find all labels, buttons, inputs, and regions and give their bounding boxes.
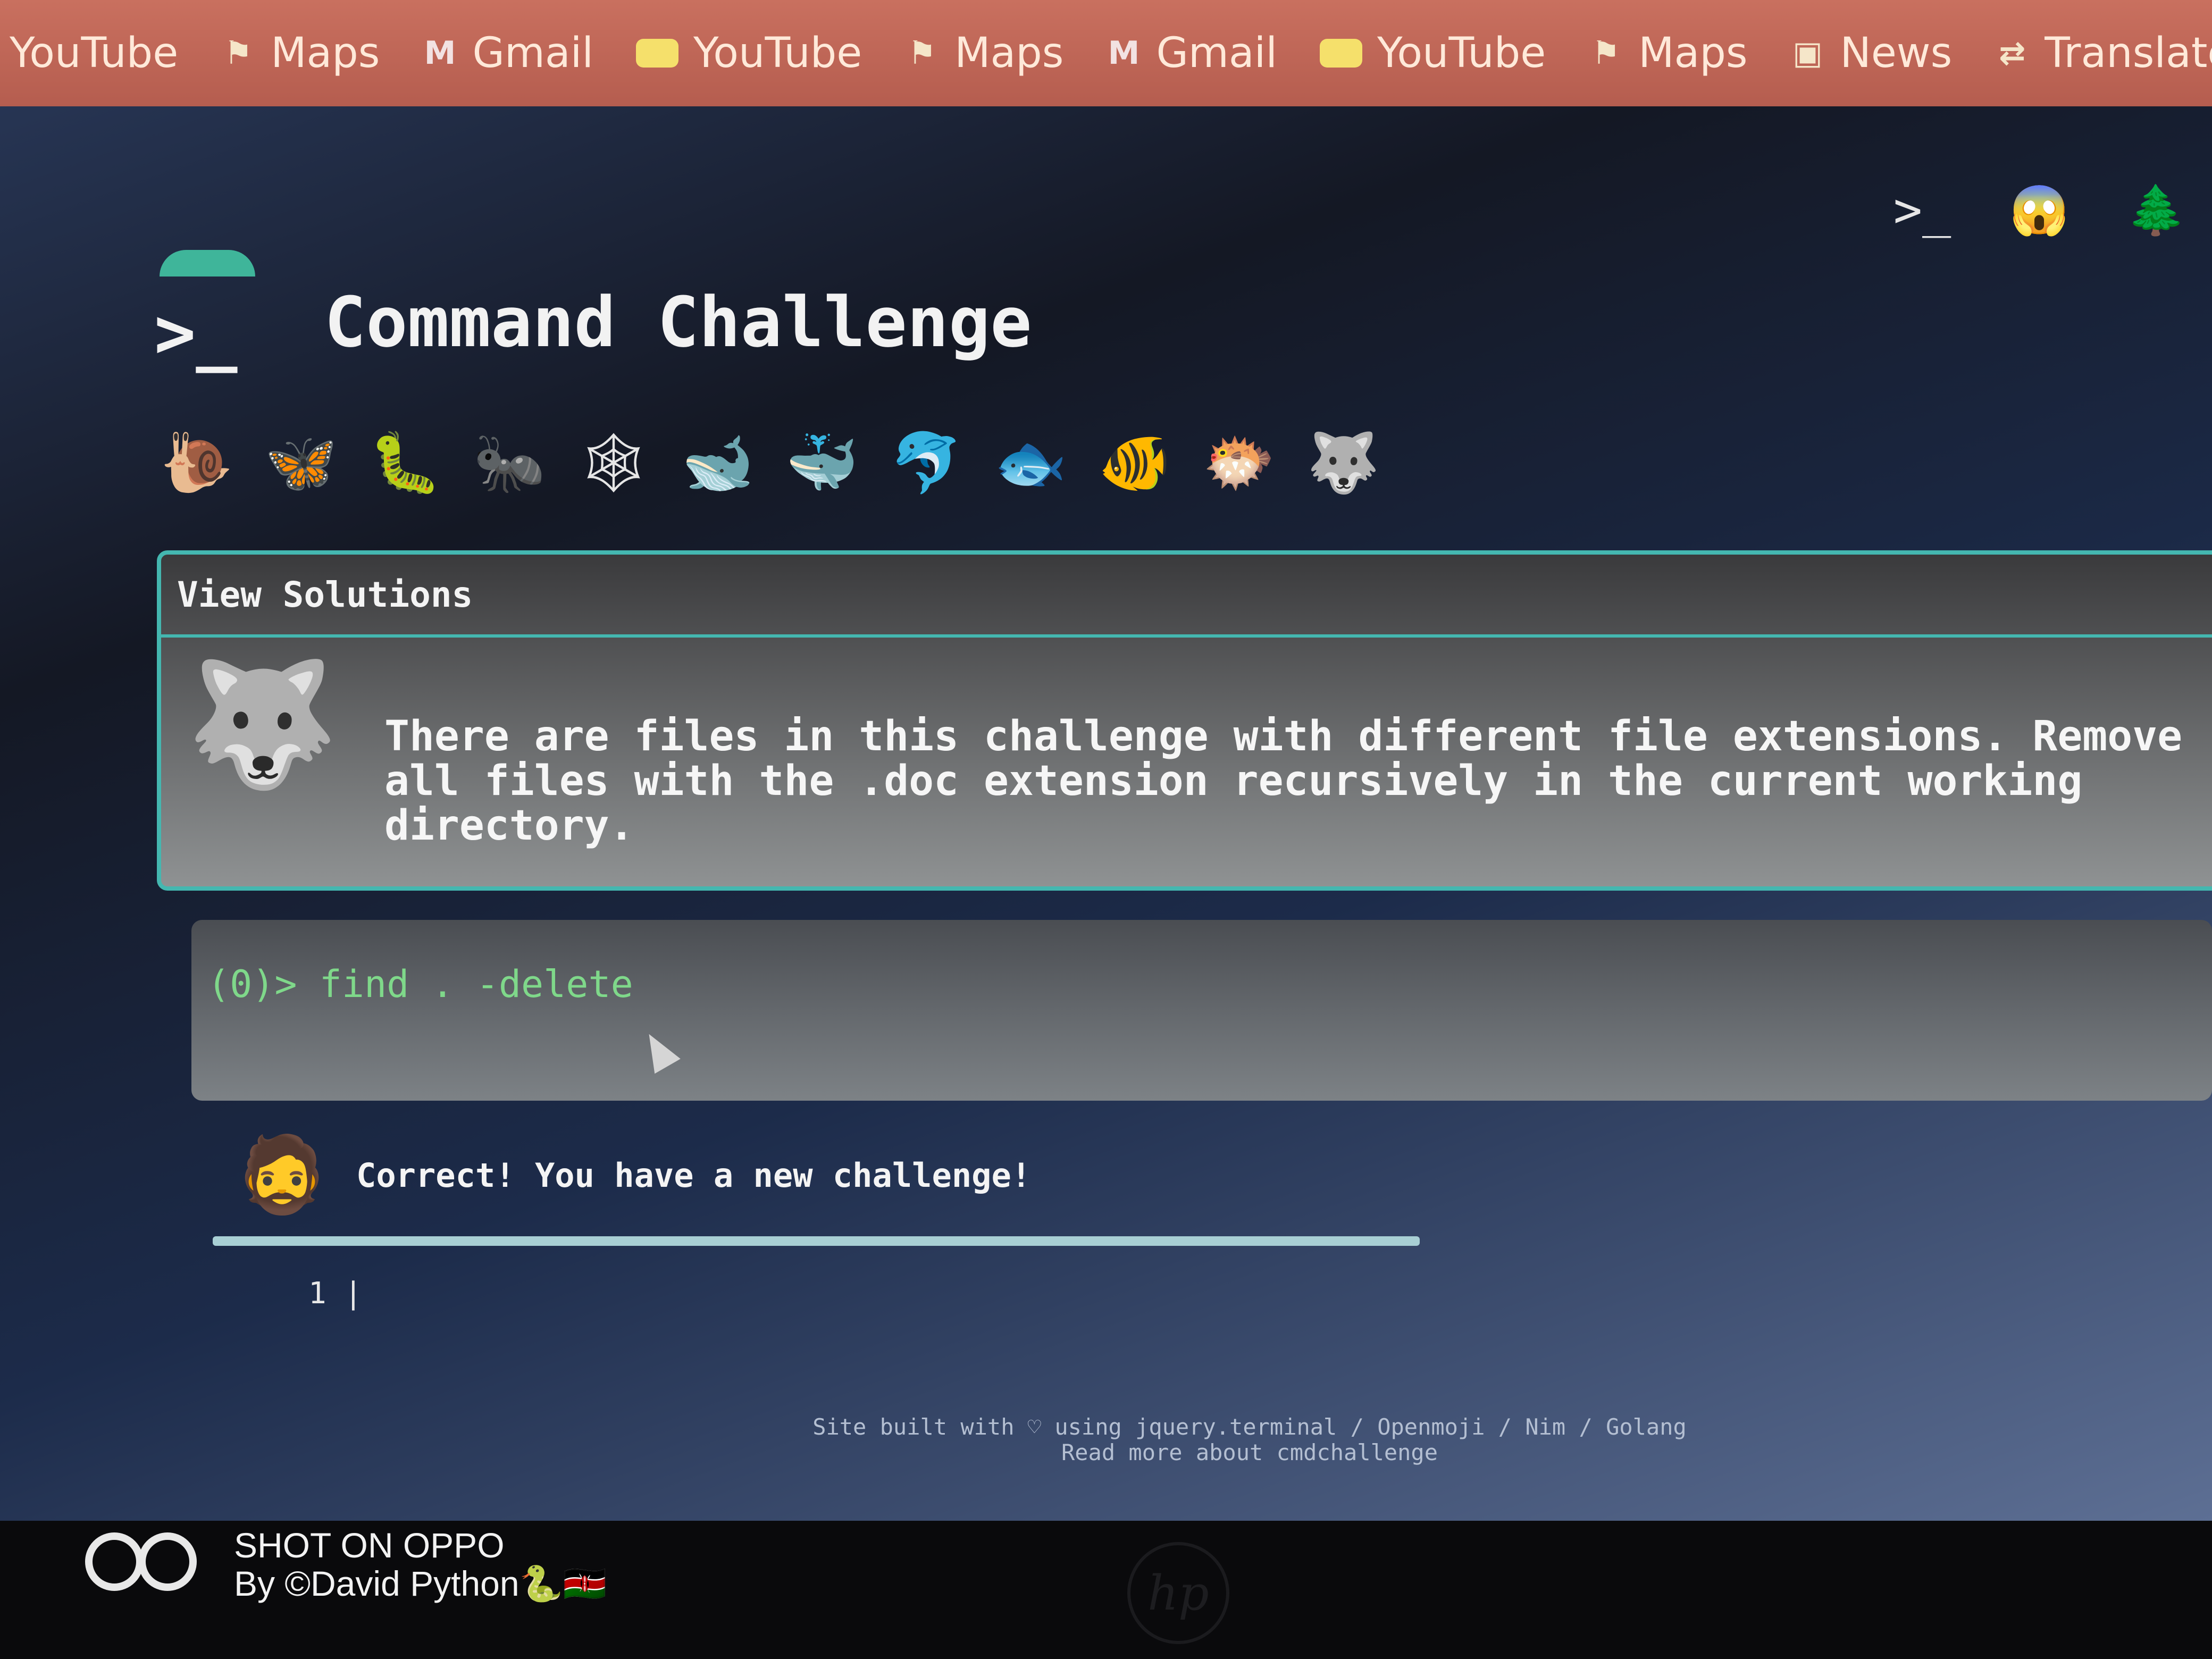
page-title: Command Challenge bbox=[324, 282, 1032, 363]
bookmark-label: Maps bbox=[271, 29, 380, 77]
view-solutions-button[interactable]: View Solutions bbox=[161, 555, 2212, 638]
bookmark-label: Gmail bbox=[1156, 29, 1278, 77]
bookmark-label: News bbox=[1840, 29, 1953, 77]
maps-icon: ⚑ bbox=[908, 35, 937, 72]
gmail-icon: M bbox=[1108, 35, 1140, 72]
bookmark-label: YouTube bbox=[1377, 29, 1546, 77]
tropical-fish-icon[interactable]: 🐠 bbox=[1097, 425, 1172, 500]
terminal-icon[interactable]: >_ bbox=[1888, 175, 1957, 245]
terminal-input-area[interactable]: (0)> find . -delete bbox=[191, 920, 2212, 1101]
caterpillar-icon[interactable]: 🐛 bbox=[368, 425, 442, 500]
bookmark-gmail[interactable]: M Gmail bbox=[1106, 29, 1277, 77]
bearded-man-avatar-icon: 🧔 bbox=[235, 1132, 329, 1218]
terminal-command-line[interactable]: (0)> find . -delete bbox=[207, 962, 633, 1006]
challenge-panel: View Solutions 🐺 There are files in this… bbox=[157, 550, 2212, 891]
bookmark-label: YouTube bbox=[693, 29, 862, 77]
watermark-text: SHOT ON OPPO By ©David Python🐍🇰🇪 bbox=[234, 1526, 607, 1603]
top-right-icons: >_ 😱 🌲 bbox=[1888, 175, 2212, 245]
bookmark-maps[interactable]: ⚑ Maps bbox=[1588, 29, 1747, 77]
maps-icon: ⚑ bbox=[1591, 35, 1621, 72]
bookmarks-bar: YouTube ⚑ Maps M Gmail YouTube ⚑ Maps M … bbox=[0, 0, 2212, 106]
umbrella-icon bbox=[160, 250, 255, 276]
response-message: 🧔 Correct! You have a new challenge! bbox=[235, 1127, 1032, 1223]
blowfish-icon[interactable]: 🐡 bbox=[1202, 425, 1276, 500]
footer-credits: Site built with ♡ using jquery.terminal … bbox=[812, 1414, 1687, 1440]
maps-icon: ⚑ bbox=[224, 35, 253, 72]
wolf-avatar-icon: 🐺 bbox=[186, 653, 339, 795]
bookmark-youtube[interactable]: YouTube bbox=[636, 29, 862, 77]
bookmark-youtube[interactable]: YouTube bbox=[10, 29, 178, 77]
text-cursor: | bbox=[344, 1276, 363, 1311]
terminal-prompt-icon: >_ bbox=[154, 292, 238, 373]
camera-watermark: SHOT ON OPPO By ©David Python🐍🇰🇪 bbox=[85, 1526, 607, 1603]
youtube-icon bbox=[1320, 39, 1363, 68]
dolphin-icon[interactable]: 🐬 bbox=[889, 425, 963, 500]
butterfly-icon[interactable]: 🦋 bbox=[264, 425, 338, 500]
tree-icon[interactable]: 🌲 bbox=[2122, 175, 2191, 245]
gmail-icon: M bbox=[424, 35, 456, 72]
read-more-link[interactable]: Read more about cmdchallenge bbox=[798, 1440, 1702, 1465]
youtube-icon bbox=[636, 39, 679, 68]
bookmark-gmail[interactable]: M Gmail bbox=[422, 29, 593, 77]
snail-icon[interactable]: 🐌 bbox=[160, 425, 234, 500]
challenge-progress-creatures: 🐌 🦋 🐛 🐜 🕸 🐋 🐳 🐬 🐟 🐠 🐡 🐺 bbox=[160, 425, 1380, 500]
bookmark-label: Gmail bbox=[472, 29, 594, 77]
bookmark-translate[interactable]: ⇄ Translate bbox=[1995, 29, 2212, 77]
whale-icon[interactable]: 🐋 bbox=[681, 425, 755, 500]
divider bbox=[213, 1236, 1420, 1246]
bookmark-maps[interactable]: ⚑ Maps bbox=[221, 29, 380, 77]
watermark-line1: SHOT ON OPPO bbox=[234, 1526, 505, 1565]
wolf-icon[interactable]: 🐺 bbox=[1306, 425, 1380, 500]
scream-face-icon[interactable]: 😱 bbox=[2005, 175, 2074, 245]
hp-logo-icon: hp bbox=[1127, 1542, 1229, 1644]
ant-icon[interactable]: 🐜 bbox=[472, 425, 547, 500]
bookmark-label: Maps bbox=[954, 29, 1064, 77]
bookmark-label: Translate bbox=[2045, 29, 2212, 77]
fish-icon[interactable]: 🐟 bbox=[993, 425, 1068, 500]
news-icon: ▣ bbox=[1792, 35, 1823, 72]
bookmark-youtube[interactable]: YouTube bbox=[1320, 29, 1546, 77]
mouse-pointer-icon bbox=[636, 1026, 681, 1074]
site-logo[interactable]: >_ bbox=[154, 250, 255, 373]
editor-line[interactable]: 1 | bbox=[308, 1276, 362, 1311]
response-text: Correct! You have a new challenge! bbox=[356, 1155, 1032, 1195]
spouting-whale-icon[interactable]: 🐳 bbox=[785, 425, 859, 500]
challenge-description: There are files in this challenge with d… bbox=[384, 713, 2183, 850]
bookmark-news[interactable]: ▣ News bbox=[1790, 29, 1952, 77]
browser-screen: YouTube ⚑ Maps M Gmail YouTube ⚑ Maps M … bbox=[0, 0, 2212, 1521]
site-footer: Site built with ♡ using jquery.terminal … bbox=[798, 1414, 1702, 1465]
oppo-logo-icon bbox=[85, 1532, 207, 1596]
translate-icon: ⇄ bbox=[1999, 35, 2026, 72]
watermark-line2: By ©David Python🐍🇰🇪 bbox=[234, 1564, 607, 1603]
bookmark-label: YouTube bbox=[10, 29, 179, 77]
bookmark-maps[interactable]: ⚑ Maps bbox=[904, 29, 1063, 77]
bookmark-label: Maps bbox=[1638, 29, 1748, 77]
spider-web-icon[interactable]: 🕸 bbox=[576, 425, 651, 500]
line-number: 1 bbox=[308, 1276, 326, 1311]
